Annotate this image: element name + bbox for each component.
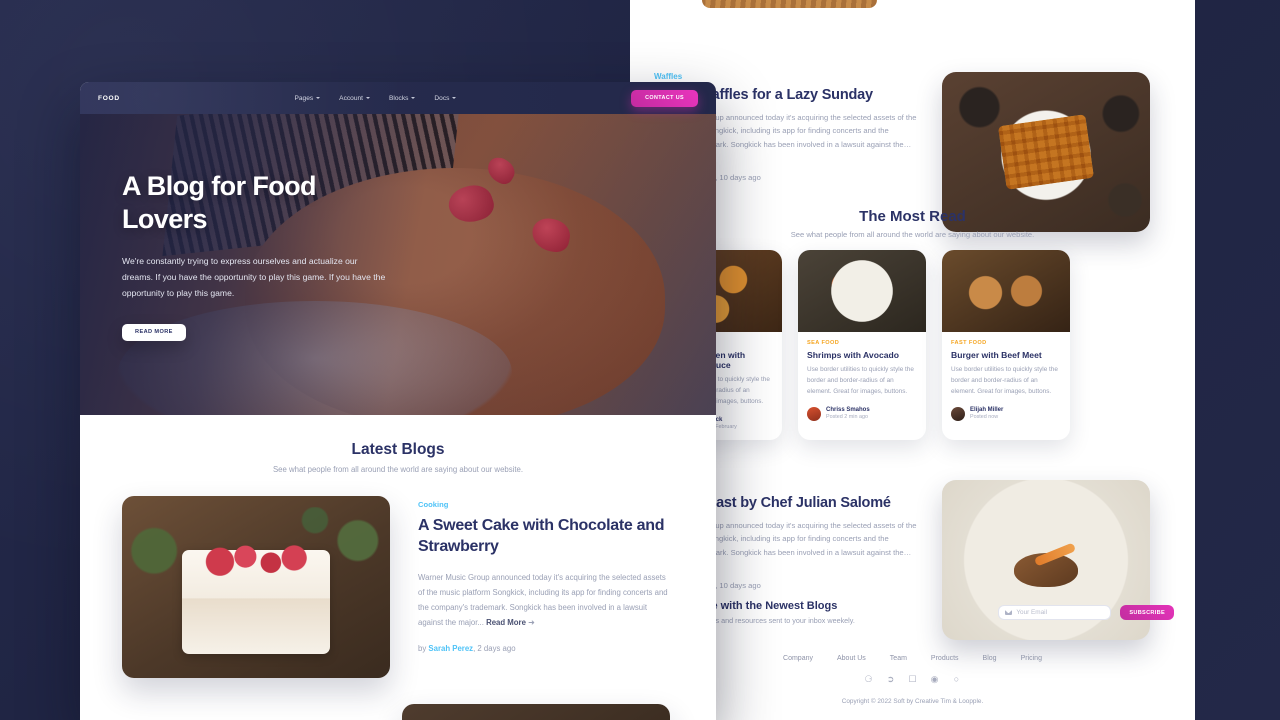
latest-blogs-subtitle: See what people from all around the worl… xyxy=(272,465,524,474)
chevron-down-icon xyxy=(452,97,457,99)
footer-link-company[interactable]: Company xyxy=(783,655,813,662)
footer-link-blog[interactable]: Blog xyxy=(983,655,997,662)
most-read-card[interactable]: SEA FOOD Shrimps with Avocado Use border… xyxy=(798,250,926,440)
card-author-time: Posted 2 min ago xyxy=(826,414,868,421)
nav-item-blocks-label: Blocks xyxy=(389,94,409,102)
avatar xyxy=(807,406,821,421)
most-read-card-list: CHICKEN Crispy Chicken with Tomatoes Sau… xyxy=(654,250,1070,440)
post-meta-prefix: by xyxy=(418,644,427,654)
github-icon[interactable]: ○ xyxy=(952,675,961,684)
dribbble-icon[interactable]: ⚆ xyxy=(864,675,873,684)
most-read-card[interactable]: FAST FOOD Burger with Beef Meet Use bord… xyxy=(942,250,1070,440)
hero-title: A Blog for Food Lovers xyxy=(122,171,317,234)
waffle-article-time: , 10 days ago xyxy=(715,173,761,183)
card-description: Use border utilities to quickly style th… xyxy=(951,366,1058,395)
subscribe-button[interactable]: SUBSCRIBE xyxy=(1120,605,1174,620)
card-body: FAST FOOD Burger with Beef Meet Use bord… xyxy=(942,332,1070,430)
post-author[interactable]: Sarah Perez xyxy=(428,644,473,653)
footer-link-products[interactable]: Products xyxy=(931,655,959,662)
latest-blog-post[interactable]: Cooking A Sweet Cake with Chocolate and … xyxy=(80,474,716,678)
hero-read-more-button[interactable]: READ MORE xyxy=(122,323,186,341)
post-title[interactable]: A Sweet Cake with Chocolate and Strawber… xyxy=(418,516,674,558)
card-category[interactable]: SEA FOOD xyxy=(807,340,917,346)
post-body: Warner Music Group announced today it's … xyxy=(418,572,668,628)
footer-link-pricing[interactable]: Pricing xyxy=(1021,655,1042,662)
card-author-time: Posted now xyxy=(970,414,999,421)
newsletter-section: Stay Update with the Newest Blogs Latest… xyxy=(654,600,1174,625)
chevron-down-icon xyxy=(316,97,321,99)
post-body-text: Warner Music Group announced today it's … xyxy=(418,572,668,628)
newsletter-form: Your Email SUBSCRIBE xyxy=(998,605,1174,620)
newsletter-email-placeholder: Your Email xyxy=(1016,609,1048,616)
nav-item-docs-label: Docs xyxy=(434,94,450,102)
nav-menu: Pages Account Blocks Docs xyxy=(294,94,457,102)
card-author-name[interactable]: Chriss Smahos xyxy=(826,407,870,413)
post-image xyxy=(122,496,390,678)
avatar xyxy=(951,406,965,421)
brand-logo[interactable]: FOOD xyxy=(98,95,120,102)
latest-blogs-title: Latest Blogs xyxy=(351,441,445,458)
card-description: Use border utilities to quickly style th… xyxy=(807,366,914,395)
contact-us-button[interactable]: CONTACT US xyxy=(631,89,698,107)
nav-item-pages-label: Pages xyxy=(294,94,314,102)
instagram-icon[interactable]: ☐ xyxy=(908,675,917,684)
card-image xyxy=(798,250,926,332)
post-text: Waffles xyxy=(122,704,374,720)
post-text: Cooking A Sweet Cake with Chocolate and … xyxy=(418,496,674,678)
card-author-name[interactable]: Elijah Miller xyxy=(970,407,1003,413)
card-title[interactable]: Burger with Beef Meet xyxy=(951,350,1061,360)
foreground-browser-window[interactable]: FOOD Pages Account Blocks Docs CONTACT U… xyxy=(80,82,716,720)
waffle-article-category[interactable]: Waffles xyxy=(654,72,924,81)
chevron-down-icon xyxy=(411,97,416,99)
nav-item-account-label: Account xyxy=(339,94,363,102)
post-read-more[interactable]: Read More xyxy=(486,618,526,627)
card-author: Chriss Smahos Posted 2 min ago xyxy=(807,406,917,421)
nav-item-docs[interactable]: Docs xyxy=(434,94,457,102)
mail-icon xyxy=(1005,610,1013,615)
latest-blog-post[interactable]: Waffles xyxy=(80,678,716,720)
post-time: , 2 days ago xyxy=(473,644,516,654)
nav-item-account[interactable]: Account xyxy=(339,95,370,102)
card-title[interactable]: Shrimps with Avocado xyxy=(807,350,917,360)
hero-section: A Blog for Food Lovers We're constantly … xyxy=(80,114,716,415)
footer-link-about-us[interactable]: About Us xyxy=(837,655,866,662)
newsletter-email-input[interactable]: Your Email xyxy=(998,605,1112,620)
card-image xyxy=(942,250,1070,332)
card-author: Elijah Miller Posted now xyxy=(951,406,1061,421)
hero-content: A Blog for Food Lovers We're constantly … xyxy=(80,114,390,341)
twitter-icon[interactable]: ➲ xyxy=(886,675,895,684)
duck-article-time: , 10 days ago xyxy=(715,581,761,591)
post-image-berries xyxy=(203,543,309,578)
chevron-down-icon xyxy=(366,97,370,99)
card-category[interactable]: FAST FOOD xyxy=(951,340,1061,346)
card-body: SEA FOOD Shrimps with Avocado Use border… xyxy=(798,332,926,430)
pinterest-icon[interactable]: ◉ xyxy=(930,675,939,684)
post-meta: by Sarah Perez, 2 days ago xyxy=(418,644,674,653)
navbar: FOOD Pages Account Blocks Docs CONTACT U… xyxy=(80,82,716,114)
latest-blogs-section: Latest Blogs See what people from all ar… xyxy=(80,415,716,720)
post-category[interactable]: Cooking xyxy=(418,500,674,509)
footer-link-team[interactable]: Team xyxy=(890,655,907,662)
post-image xyxy=(402,704,670,720)
hero-paragraph: We're constantly trying to express ourse… xyxy=(122,255,386,298)
nav-item-pages[interactable]: Pages xyxy=(294,94,321,102)
nav-item-blocks[interactable]: Blocks xyxy=(389,94,416,102)
top-cropped-image xyxy=(702,0,877,8)
